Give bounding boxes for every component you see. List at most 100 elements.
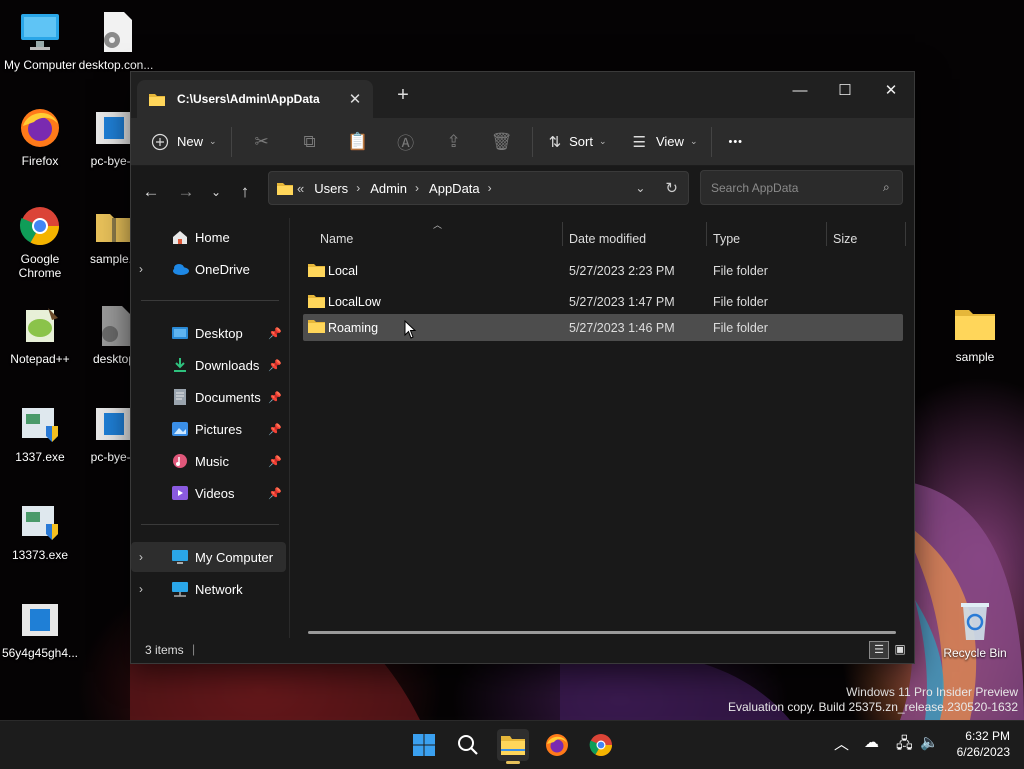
breadcrumb-admin[interactable]: Admin: [370, 181, 407, 196]
sidebar-item-my-computer[interactable]: › My Computer: [131, 542, 286, 572]
up-arrow-icon[interactable]: ↑: [231, 178, 259, 206]
desktop-icon-chrome[interactable]: Google Chrome: [0, 204, 80, 280]
chevron-right-icon[interactable]: ›: [415, 181, 419, 195]
search-icon[interactable]: ⌕: [883, 180, 890, 195]
rename-icon[interactable]: Ⓐ: [382, 125, 430, 159]
desktop-icon-config-file[interactable]: desktop.con...: [76, 10, 156, 72]
new-tab-button[interactable]: +: [393, 84, 413, 107]
chevron-up-icon[interactable]: ︿: [834, 733, 849, 754]
taskbar-file-explorer[interactable]: [497, 729, 529, 764]
taskbar-chrome[interactable]: [585, 729, 617, 761]
tiles-view-icon[interactable]: ▣: [891, 641, 909, 657]
pin-icon[interactable]: 📌: [268, 455, 282, 468]
column-header-date-modified[interactable]: Date modified: [569, 232, 646, 252]
column-divider[interactable]: [826, 222, 827, 246]
onedrive-offline-icon[interactable]: ☁: [864, 733, 879, 751]
forward-arrow-icon[interactable]: →: [172, 178, 200, 206]
plus-circle-icon: [151, 133, 169, 150]
pin-icon[interactable]: 📌: [268, 423, 282, 436]
new-button[interactable]: New ⌄: [151, 125, 217, 159]
folder-icon: [953, 302, 997, 346]
pin-icon[interactable]: 📌: [268, 391, 282, 404]
desktop-icon-13373-exe[interactable]: 13373.exe: [0, 500, 80, 562]
minimize-button[interactable]: —: [777, 76, 823, 106]
paste-icon[interactable]: 📋: [334, 125, 382, 159]
chevron-right-icon[interactable]: ›: [356, 181, 360, 195]
sort-button[interactable]: ⇅ Sort ⌄: [549, 125, 607, 159]
breadcrumb-users[interactable]: Users: [314, 181, 348, 196]
pin-icon[interactable]: 📌: [268, 327, 282, 340]
cut-icon[interactable]: ✂: [238, 125, 286, 159]
recent-chevron-icon[interactable]: ⌄: [202, 178, 230, 206]
volume-icon[interactable]: 🔈: [920, 733, 939, 751]
start-button[interactable]: [408, 729, 440, 761]
pane-splitter[interactable]: [289, 218, 290, 638]
desktop-icon-sample-folder[interactable]: sample: [935, 302, 1015, 364]
taskbar-firefox[interactable]: [541, 729, 573, 761]
sidebar-item-downloads[interactable]: Downloads 📌: [131, 350, 286, 380]
sidebar-item-network[interactable]: › Network: [131, 574, 286, 604]
column-header-name[interactable]: Name: [320, 232, 353, 252]
tab-appdata[interactable]: C:\Users\Admin\AppData ✕: [137, 80, 373, 118]
search-button[interactable]: [452, 729, 484, 761]
maximize-button[interactable]: ☐: [822, 76, 868, 106]
address-bar[interactable]: « Users › Admin › AppData › ⌄ ↻: [268, 171, 689, 205]
row-name: LocalLow: [328, 295, 381, 309]
desktop-icon-firefox[interactable]: Firefox: [0, 106, 80, 168]
download-icon: [174, 358, 186, 372]
sidebar-item-desktop[interactable]: Desktop 📌: [131, 318, 286, 348]
desktop-icon-56y4g45gh4[interactable]: 56y4g45gh4...: [0, 598, 80, 660]
sidebar-item-onedrive[interactable]: › OneDrive: [131, 254, 286, 284]
desktop-icon-label: My Computer: [3, 58, 77, 72]
desktop-icon-notepadpp[interactable]: Notepad++: [0, 304, 80, 366]
desktop-icon-label: Google Chrome: [18, 252, 62, 280]
refresh-icon[interactable]: ↻: [665, 179, 678, 197]
share-icon[interactable]: ⇪: [430, 125, 478, 159]
pin-icon[interactable]: 📌: [268, 487, 282, 500]
sort-indicator-icon: ︿: [433, 220, 443, 230]
horizontal-scrollbar[interactable]: [308, 631, 896, 634]
sidebar-item-home[interactable]: Home: [131, 222, 286, 252]
notepadpp-icon: [18, 304, 62, 348]
sidebar-item-label: Music: [195, 453, 229, 469]
column-header-size[interactable]: Size: [833, 232, 857, 252]
sidebar-item-pictures[interactable]: Pictures 📌: [131, 414, 286, 444]
table-row-hovered[interactable]: Roaming 5/27/2023 1:46 PM File folder: [303, 314, 903, 341]
pin-icon[interactable]: 📌: [268, 359, 282, 372]
folder-icon: [308, 264, 325, 277]
sidebar-item-music[interactable]: Music 📌: [131, 446, 286, 476]
desktop-icon-recycle-bin[interactable]: Recycle Bin: [935, 598, 1015, 660]
copy-icon[interactable]: ⧉: [286, 125, 334, 159]
desktop-icon-label: Recycle Bin: [943, 646, 1007, 660]
chevron-down-icon[interactable]: ⌄: [635, 181, 645, 195]
chevron-right-icon[interactable]: ›: [139, 262, 155, 276]
new-button-label: New: [177, 134, 204, 149]
desktop-icon-my-computer[interactable]: My Computer: [0, 10, 80, 72]
network-status-icon[interactable]: 🖧: [896, 733, 913, 758]
system-clock[interactable]: 6:32 PM 6/26/2023: [957, 728, 1010, 760]
column-divider[interactable]: [706, 222, 707, 246]
view-button[interactable]: ☰ View ⌄: [633, 125, 698, 159]
more-options-button[interactable]: •••: [728, 125, 743, 159]
sidebar-item-documents[interactable]: Documents 📌: [131, 382, 286, 412]
back-arrow-icon[interactable]: ←: [137, 178, 165, 206]
close-window-button[interactable]: ✕: [868, 76, 914, 106]
details-view-icon[interactable]: ☰: [869, 641, 889, 659]
breadcrumb-overflow[interactable]: «: [297, 181, 304, 196]
table-row[interactable]: LocalLow 5/27/2023 1:47 PM File folder: [303, 289, 903, 315]
column-header-type[interactable]: Type: [713, 232, 740, 252]
column-divider[interactable]: [905, 222, 906, 246]
sidebar-item-videos[interactable]: Videos 📌: [131, 478, 286, 508]
delete-icon[interactable]: 🗑: [478, 125, 526, 159]
search-box[interactable]: ⌕: [700, 170, 903, 205]
chevron-right-icon[interactable]: ›: [139, 550, 155, 564]
breadcrumb-appdata[interactable]: AppData: [429, 181, 480, 196]
column-divider[interactable]: [562, 222, 563, 246]
table-row[interactable]: Local 5/27/2023 2:23 PM File folder: [303, 258, 903, 284]
chevron-right-icon[interactable]: ›: [139, 582, 155, 596]
search-icon: [458, 735, 478, 755]
chevron-right-icon[interactable]: ›: [488, 181, 492, 195]
close-tab-icon[interactable]: ✕: [345, 90, 365, 108]
search-input[interactable]: [709, 179, 873, 196]
desktop-icon-1337-exe[interactable]: 1337.exe: [0, 402, 80, 464]
